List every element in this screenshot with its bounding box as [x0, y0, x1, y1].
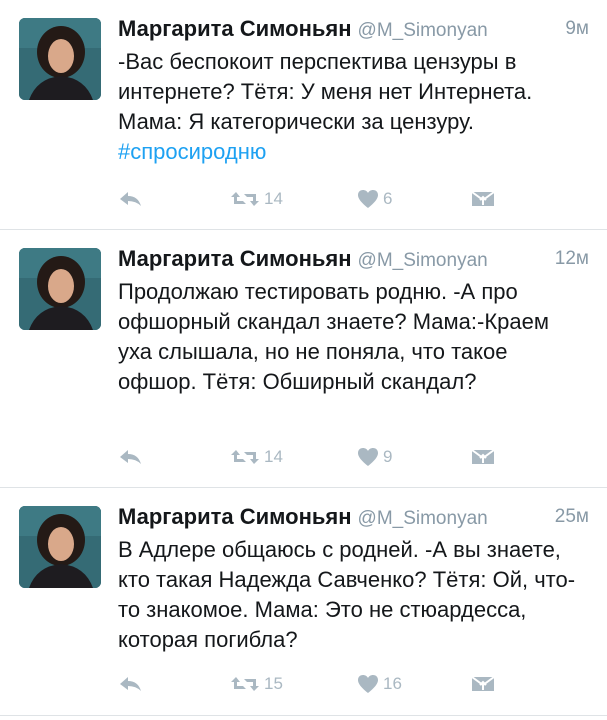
retweet-icon: [231, 450, 259, 464]
author-handle[interactable]: @M_Simonyan: [358, 508, 488, 529]
author-name[interactable]: Маргарита Симоньян: [118, 16, 352, 41]
tweet[interactable]: Маргарита Симоньян @M_Simonyan 25м В Адле…: [0, 488, 607, 716]
tweet-body: Продолжаю тестировать родню. -А про офшо…: [118, 279, 549, 394]
tweet-text: Продолжаю тестировать родню. -А про офшо…: [118, 277, 589, 397]
direct-message-button[interactable]: [470, 447, 496, 467]
reply-icon: [120, 192, 141, 206]
reply-icon: [120, 677, 141, 691]
direct-message-button[interactable]: [470, 674, 496, 694]
tweet-body: -Вас беспокоит перспектива цензуры в инт…: [118, 49, 533, 134]
reply-button[interactable]: [118, 189, 144, 209]
tweet-text: -Вас беспокоит перспектива цензуры в инт…: [118, 47, 589, 167]
direct-message-icon: [471, 191, 495, 206]
tweet-time[interactable]: 12м: [555, 248, 589, 270]
like-button[interactable]: 6: [357, 189, 392, 209]
tweet-body: В Адлере общаюсь с родней. -А вы знаете,…: [118, 537, 576, 652]
avatar[interactable]: [19, 506, 101, 588]
tweet[interactable]: Маргарита Симоньян @M_Simonyan 12м Продол…: [0, 230, 607, 488]
like-count: 6: [383, 189, 393, 208]
tweet-text: В Адлере общаюсь с родней. -А вы знаете,…: [118, 535, 589, 655]
reply-icon: [120, 450, 141, 464]
reply-button[interactable]: [118, 674, 144, 694]
author-handle[interactable]: @M_Simonyan: [358, 250, 488, 271]
tweet-time[interactable]: 25м: [555, 506, 589, 528]
reply-button[interactable]: [118, 447, 144, 467]
like-count: 9: [383, 447, 393, 466]
tweet-actions: 15 16: [118, 674, 589, 698]
retweet-button[interactable]: 14: [230, 447, 283, 467]
retweet-count: 14: [264, 447, 283, 466]
tweet-time[interactable]: 9м: [565, 18, 589, 40]
retweet-button[interactable]: 15: [230, 674, 283, 694]
heart-icon: [358, 675, 378, 693]
tweet[interactable]: Маргарита Симоньян @M_Simonyan 9м -Вас бе…: [0, 0, 607, 230]
tweet-actions: 14 9: [118, 447, 589, 471]
hashtag-link[interactable]: #спросиродню: [118, 139, 266, 164]
like-button[interactable]: 9: [357, 447, 392, 467]
direct-message-button[interactable]: [470, 189, 496, 209]
retweet-icon: [231, 192, 259, 206]
heart-icon: [358, 448, 378, 466]
like-count: 16: [383, 674, 402, 693]
direct-message-icon: [471, 676, 495, 691]
author-handle[interactable]: @M_Simonyan: [358, 20, 488, 41]
retweet-icon: [231, 677, 259, 691]
direct-message-icon: [471, 449, 495, 464]
like-button[interactable]: 16: [357, 674, 402, 694]
tweet-feed: Маргарита Симоньян @M_Simonyan 9м -Вас бе…: [0, 0, 607, 720]
avatar[interactable]: [19, 248, 101, 330]
author-name[interactable]: Маргарита Симоньян: [118, 246, 352, 271]
retweet-button[interactable]: 14: [230, 189, 283, 209]
retweet-count: 14: [264, 189, 283, 208]
heart-icon: [358, 190, 378, 208]
author-name[interactable]: Маргарита Симоньян: [118, 504, 352, 529]
tweet-actions: 14 6: [118, 189, 589, 213]
avatar[interactable]: [19, 18, 101, 100]
retweet-count: 15: [264, 674, 283, 693]
